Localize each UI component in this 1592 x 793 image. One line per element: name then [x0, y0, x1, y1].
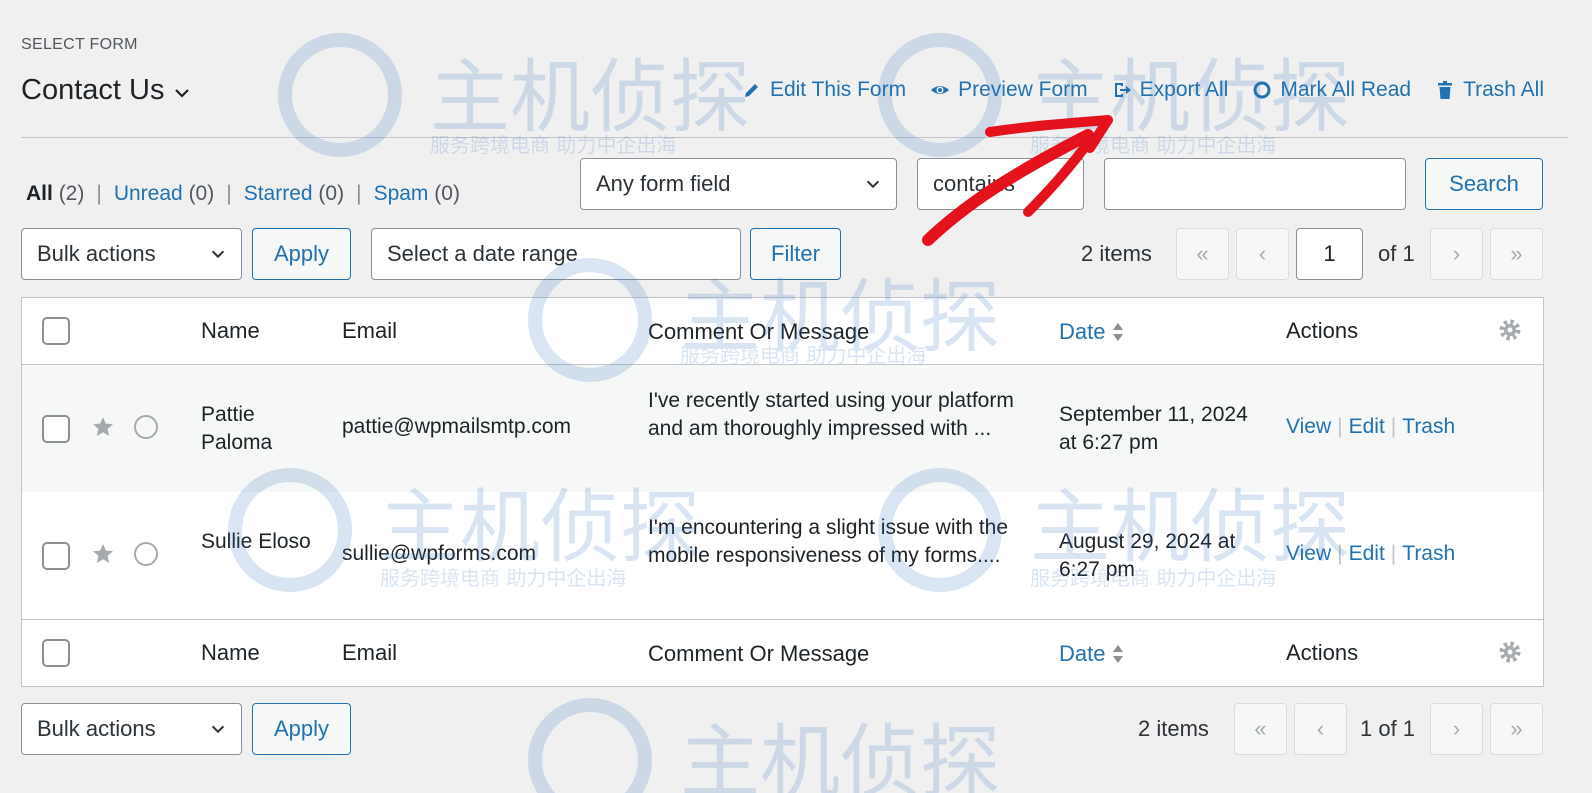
- chevron-down-icon: [866, 180, 880, 189]
- view-link[interactable]: View: [1286, 542, 1331, 566]
- select-all-checkbox[interactable]: [42, 317, 70, 345]
- trash-link[interactable]: Trash: [1402, 415, 1455, 439]
- last-page-button-bottom[interactable]: »: [1490, 703, 1543, 755]
- entry-email: pattie@wpmailsmtp.com: [342, 415, 572, 438]
- column-message[interactable]: Comment Or Message: [648, 640, 1028, 668]
- gear-icon[interactable]: [1498, 640, 1522, 664]
- page-label-bottom: 1 of 1: [1360, 716, 1416, 741]
- header-divider: [21, 137, 1568, 138]
- column-date[interactable]: Date: [1059, 318, 1259, 346]
- sort-icon: [1113, 323, 1124, 341]
- edit-form-button[interactable]: Edit This Form: [742, 78, 906, 102]
- items-count: 2 items: [1081, 241, 1152, 266]
- mark-all-read-button[interactable]: Mark All Read: [1252, 78, 1411, 102]
- star-icon[interactable]: [91, 542, 115, 566]
- column-message[interactable]: Comment Or Message: [648, 318, 1028, 346]
- search-button[interactable]: Search: [1425, 158, 1543, 210]
- last-page-button[interactable]: »: [1490, 228, 1543, 280]
- table-row: Pattie Paloma pattie@wpmailsmtp.com I've…: [22, 365, 1543, 492]
- total-pages: of 1: [1378, 241, 1415, 266]
- select-form-label: SELECT FORM: [21, 36, 138, 53]
- view-all[interactable]: All (2): [26, 182, 84, 206]
- sort-icon: [1113, 645, 1124, 663]
- pencil-icon: [744, 84, 758, 97]
- eye-icon: [931, 86, 950, 94]
- export-all-button[interactable]: Export All: [1112, 78, 1228, 102]
- first-page-button-bottom[interactable]: «: [1234, 703, 1287, 755]
- trash-icon: [1438, 81, 1453, 99]
- chevron-down-icon: [211, 725, 225, 734]
- chevron-down-icon: [175, 88, 190, 98]
- column-email[interactable]: Email: [342, 318, 397, 344]
- prev-page-button-bottom[interactable]: ‹: [1294, 703, 1347, 755]
- table-footer: Name Email Comment Or Message Date Actio…: [22, 619, 1543, 686]
- view-starred[interactable]: Starred (0): [244, 182, 344, 206]
- row-checkbox[interactable]: [42, 542, 70, 570]
- column-name[interactable]: Name: [201, 318, 260, 344]
- current-page-input[interactable]: 1: [1296, 228, 1363, 280]
- watermark-logo-text: 主机侦探: [430, 51, 750, 144]
- bulk-actions-select-bottom[interactable]: Bulk actions: [21, 703, 242, 755]
- entry-message: I'm encountering a slight issue with the…: [648, 516, 1009, 567]
- next-page-button[interactable]: ›: [1430, 228, 1483, 280]
- entry-email: sullie@wpforms.com: [342, 542, 537, 565]
- entries-table: Name Email Comment Or Message Date Actio…: [21, 297, 1544, 687]
- search-operator-select[interactable]: contains: [917, 158, 1084, 210]
- column-date[interactable]: Date: [1059, 640, 1259, 668]
- search-input[interactable]: [1104, 158, 1406, 210]
- entry-date: September 11, 2024 at 6:27 pm: [1059, 403, 1248, 454]
- next-page-button-bottom[interactable]: ›: [1430, 703, 1483, 755]
- star-icon[interactable]: [91, 415, 115, 439]
- read-status-icon[interactable]: [134, 415, 158, 439]
- apply-button[interactable]: Apply: [252, 228, 351, 280]
- circle-icon: [1253, 81, 1271, 99]
- status-views: All (2) | Unread (0) | Starred (0) | Spa…: [26, 182, 460, 206]
- items-count-bottom: 2 items: [1138, 716, 1209, 741]
- entry-date: August 29, 2024 at 6:27 pm: [1059, 530, 1236, 581]
- entry-name: Pattie Paloma: [201, 403, 273, 454]
- edit-link[interactable]: Edit: [1349, 415, 1385, 439]
- column-name[interactable]: Name: [201, 640, 260, 666]
- search-field-select[interactable]: Any form field: [580, 158, 897, 210]
- table-row: Sullie Eloso sullie@wpforms.com I'm enco…: [22, 492, 1543, 619]
- trash-link[interactable]: Trash: [1402, 542, 1455, 566]
- entry-message: I've recently started using your platfor…: [648, 389, 1014, 440]
- form-selector[interactable]: Contact Us: [21, 74, 192, 107]
- column-actions: Actions: [1286, 640, 1359, 665]
- filter-button[interactable]: Filter: [750, 228, 841, 280]
- preview-form-button[interactable]: Preview Form: [930, 78, 1088, 102]
- gear-icon[interactable]: [1498, 318, 1522, 342]
- row-actions: View | Edit | Trash: [1286, 542, 1456, 566]
- row-checkbox[interactable]: [42, 415, 70, 443]
- view-spam[interactable]: Spam (0): [374, 182, 460, 206]
- first-page-button[interactable]: «: [1176, 228, 1229, 280]
- form-actions: Edit This Form Preview Form Export All M…: [742, 78, 1544, 102]
- apply-button-bottom[interactable]: Apply: [252, 703, 351, 755]
- export-icon: [1114, 83, 1131, 97]
- date-range-input[interactable]: Select a date range: [371, 228, 741, 280]
- view-link[interactable]: View: [1286, 415, 1331, 439]
- prev-page-button[interactable]: ‹: [1236, 228, 1289, 280]
- view-unread[interactable]: Unread (0): [114, 182, 214, 206]
- column-email[interactable]: Email: [342, 640, 397, 666]
- bulk-actions-select[interactable]: Bulk actions: [21, 228, 242, 280]
- row-actions: View | Edit | Trash: [1286, 415, 1456, 439]
- form-title: Contact Us: [21, 74, 165, 106]
- table-header: Name Email Comment Or Message Date Actio…: [22, 298, 1543, 365]
- trash-all-button[interactable]: Trash All: [1435, 78, 1544, 102]
- watermark-logo-text: 主机侦探: [680, 716, 1000, 793]
- edit-link[interactable]: Edit: [1349, 542, 1385, 566]
- chevron-down-icon: [211, 250, 225, 259]
- select-all-checkbox[interactable]: [42, 639, 70, 667]
- entry-name: Sullie Eloso: [201, 530, 311, 553]
- column-actions: Actions: [1286, 318, 1359, 343]
- read-status-icon[interactable]: [134, 542, 158, 566]
